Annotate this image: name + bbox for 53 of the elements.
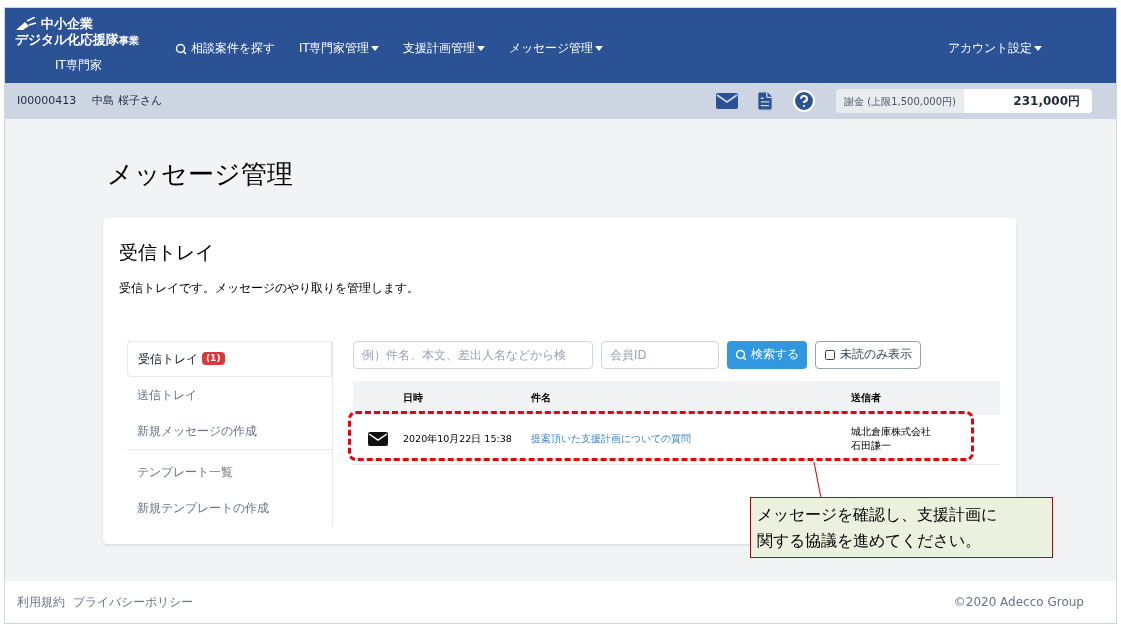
column-header: 送信者 [851,391,881,405]
search-icon [735,348,747,361]
sidebar-item[interactable]: 送信トレイ [127,376,332,413]
pen-logo-icon [15,17,37,31]
account-menu[interactable]: アカウント設定 [948,40,1042,58]
unread-only-checkbox[interactable]: 未読のみ表示 [815,340,921,369]
callout-text: 関する協議を進めてください。 [757,530,982,552]
nav-link[interactable]: 相談案件を探す [175,40,275,58]
sidebar-item[interactable]: 新規テンプレートの作成 [127,489,332,526]
column-header: 件名 [531,391,552,405]
checkbox-icon [824,348,836,361]
logo-text: デジタル化応援隊 [15,32,119,48]
sidebar-item[interactable]: 新規メッセージの作成 [127,412,332,449]
role-label: IT専門家 [55,57,103,74]
sender-name: 石田謙一 [851,439,892,453]
unread-count-badge: (1) [202,351,225,366]
nav-link[interactable]: メッセージ管理 [509,40,604,58]
column-header: 日時 [403,391,424,405]
footer-link[interactable]: プライバシーポリシー [73,593,193,611]
page-title: メッセージ管理 [107,158,294,191]
card-description: 受信トレイです。メッセージのやり取りを管理します。 [119,279,420,297]
keyword-search-field[interactable]: 例）件名、本文、差出人名などから検 [353,340,593,369]
message-subject-link[interactable]: 提案頂いた支援計画についての質問 [531,431,851,447]
sidebar-item[interactable]: テンプレート一覧 [127,453,332,490]
footer-link[interactable]: 利用規約 [17,593,65,611]
sidebar-label: 送信トレイ [137,386,197,404]
sidebar-label: 受信トレイ [138,350,198,368]
callout-text: メッセージを確認し、支援計画に [757,504,998,526]
caret-icon [477,46,486,52]
search-icon [175,42,187,55]
nav-link[interactable]: IT専門家管理 [299,40,380,58]
logo-suffix: 事業 [119,35,139,48]
fee-label: 謝金 (上限1,500,000円) [836,89,964,113]
caret-icon [371,46,380,52]
sidebar-label: 新規テンプレートの作成 [137,499,269,517]
card-title: 受信トレイ [119,240,215,265]
search-button[interactable]: 検索する [727,340,807,369]
fee-value: 231,000円 [964,89,1092,113]
sender-name: 城北倉庫株式会社 [851,424,931,439]
nav-link[interactable]: 支援計画管理 [403,40,486,58]
user-name: 中島 桜子さん [92,92,162,109]
user-id: I00000413 [17,92,77,109]
member-id-field[interactable]: 会員ID [601,340,719,369]
sidebar-item[interactable]: 受信トレイ (1) [127,340,332,377]
help-icon[interactable] [792,89,817,113]
logo-text: 中小企業 [41,16,93,32]
sidebar-label: 新規メッセージの作成 [137,422,257,440]
copyright: ©2020 Adecco Group [953,594,1084,611]
caret-icon [595,46,604,52]
caret-icon [1034,46,1042,52]
message-date: 2020年10月22日 15:38 [403,431,513,446]
mail-icon[interactable] [716,93,739,109]
sidebar-label: テンプレート一覧 [137,463,233,481]
